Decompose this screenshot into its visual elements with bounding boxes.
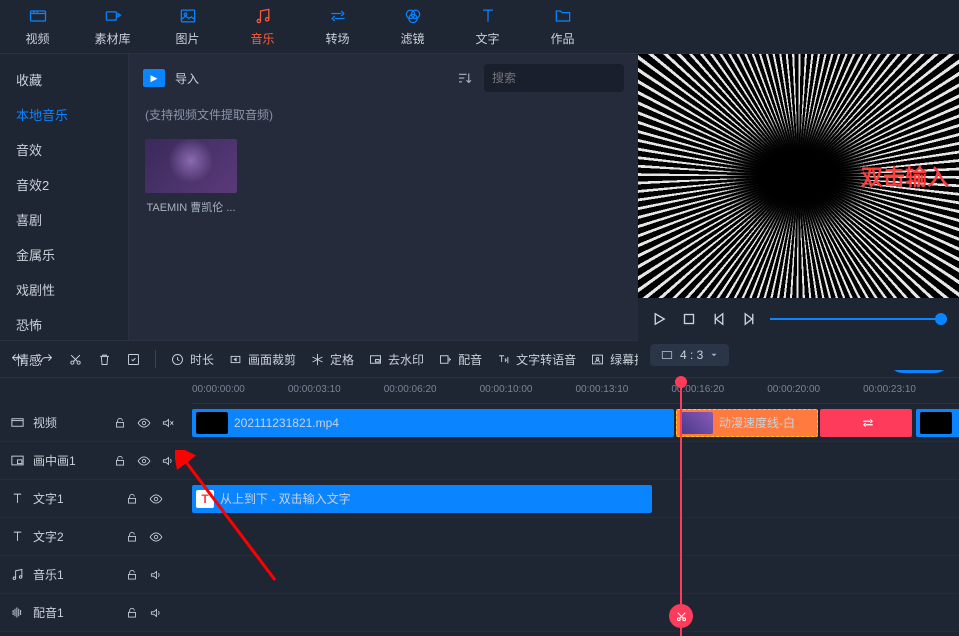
lock-icon[interactable] — [125, 492, 139, 506]
video-clip[interactable]: 202111231821.mp4 — [192, 409, 674, 437]
dub-button[interactable]: 配音 — [438, 351, 482, 368]
eye-icon[interactable] — [149, 492, 163, 506]
media-label: TAEMIN 曹凯伦 ... — [145, 199, 237, 215]
track-music: 音乐1 — [0, 556, 959, 594]
sidebar-item-sfx2[interactable]: 音效2 — [0, 167, 128, 202]
lock-icon[interactable] — [125, 530, 139, 544]
timeline: 00:00:00:00 00:00:03:10 00:00:06:20 00:0… — [0, 378, 959, 636]
progress-slider[interactable] — [770, 318, 947, 320]
sidebar-item-sfx[interactable]: 音效 — [0, 132, 128, 167]
media-item[interactable]: TAEMIN 曹凯伦 ... — [145, 139, 237, 215]
lock-icon[interactable] — [113, 454, 127, 468]
track-pip: 画中画1 — [0, 442, 959, 480]
playhead-cut-icon[interactable] — [669, 604, 693, 628]
sidebar-item-drama[interactable]: 戏剧性 — [0, 272, 128, 307]
speaker-icon[interactable] — [161, 454, 175, 468]
search-box — [484, 64, 624, 92]
stop-button[interactable] — [680, 310, 698, 328]
speaker-icon[interactable] — [149, 568, 163, 582]
duration-button[interactable]: 时长 — [170, 351, 214, 368]
preview-text-overlay: 双击输入 — [861, 160, 949, 192]
top-tabs: 视频 素材库 图片 音乐 转场 滤镜 文字 作品 — [0, 0, 959, 54]
preview-canvas[interactable]: 双击输入 — [638, 54, 959, 298]
redo-button[interactable] — [39, 352, 54, 367]
import-label[interactable]: 导入 — [175, 70, 199, 87]
media-panel: 导入 (支持视频文件提取音频) TAEMIN 曹凯伦 ... — [128, 54, 638, 340]
sidebar-item-comedy[interactable]: 喜剧 — [0, 202, 128, 237]
category-sidebar: 收藏 本地音乐 音效 音效2 喜剧 金属乐 戏剧性 恐怖 情感 正能量 — [0, 54, 128, 340]
video-clip-2[interactable] — [916, 409, 959, 437]
track-video: 视频 202111231821.mp4 动漫速度线-白 — [0, 404, 959, 442]
sidebar-item-local-music[interactable]: 本地音乐 — [0, 97, 128, 132]
text-track-icon — [10, 529, 25, 544]
aspect-ratio-selector[interactable]: 4 : 3 — [650, 344, 729, 366]
next-button[interactable] — [740, 310, 758, 328]
tab-music[interactable]: 音乐 — [225, 0, 300, 53]
track-text2: 文字2 — [0, 518, 959, 556]
mute-icon[interactable] — [161, 416, 175, 430]
track-dub: 配音1 — [0, 594, 959, 632]
playhead[interactable] — [680, 378, 682, 636]
tab-image[interactable]: 图片 — [150, 0, 225, 53]
tab-video[interactable]: 视频 — [0, 0, 75, 53]
undo-button[interactable] — [10, 352, 25, 367]
tab-works[interactable]: 作品 — [525, 0, 600, 53]
text-clip[interactable]: T从上到下 - 双击输入文字 — [192, 485, 652, 513]
sort-icon[interactable] — [456, 69, 474, 87]
lock-icon[interactable] — [113, 416, 127, 430]
tab-library[interactable]: 素材库 — [75, 0, 150, 53]
video-track-icon — [10, 415, 25, 430]
eye-icon[interactable] — [137, 416, 151, 430]
freeze-button[interactable]: 定格 — [310, 351, 354, 368]
tab-filter[interactable]: 滤镜 — [375, 0, 450, 53]
lock-icon[interactable] — [125, 606, 139, 620]
dub-track-icon — [10, 605, 25, 620]
search-input[interactable] — [492, 71, 647, 85]
chevron-down-icon — [709, 350, 719, 360]
speaker-icon[interactable] — [149, 606, 163, 620]
track-text1: 文字1 T从上到下 - 双击输入文字 — [0, 480, 959, 518]
sidebar-item-horror[interactable]: 恐怖 — [0, 307, 128, 342]
watermark-button[interactable]: 去水印 — [368, 351, 424, 368]
music-track-icon — [10, 567, 25, 582]
transition-clip[interactable]: 动漫速度线-白 — [676, 409, 818, 437]
eye-icon[interactable] — [149, 530, 163, 544]
tts-button[interactable]: 文字转语音 — [496, 351, 576, 368]
preview-panel: 双击输入 4 : 3 — [638, 54, 959, 340]
crop-button[interactable]: 画面裁剪 — [228, 351, 296, 368]
edit-button[interactable] — [126, 352, 141, 367]
extract-hint: (支持视频文件提取音频) — [129, 102, 638, 127]
eye-icon[interactable] — [137, 454, 151, 468]
prev-button[interactable] — [710, 310, 728, 328]
pip-track-icon — [10, 453, 25, 468]
sidebar-item-metal[interactable]: 金属乐 — [0, 237, 128, 272]
time-ruler[interactable]: 00:00:00:00 00:00:03:10 00:00:06:20 00:0… — [192, 378, 959, 404]
delete-button[interactable] — [97, 352, 112, 367]
import-folder-icon[interactable] — [143, 69, 165, 87]
media-thumbnail — [145, 139, 237, 193]
cut-button[interactable] — [68, 352, 83, 367]
sidebar-item-favorites[interactable]: 收藏 — [0, 62, 128, 97]
transition-marker[interactable] — [820, 409, 912, 437]
tab-text[interactable]: 文字 — [450, 0, 525, 53]
tab-transition[interactable]: 转场 — [300, 0, 375, 53]
text-track-icon — [10, 491, 25, 506]
lock-icon[interactable] — [125, 568, 139, 582]
play-button[interactable] — [650, 310, 668, 328]
